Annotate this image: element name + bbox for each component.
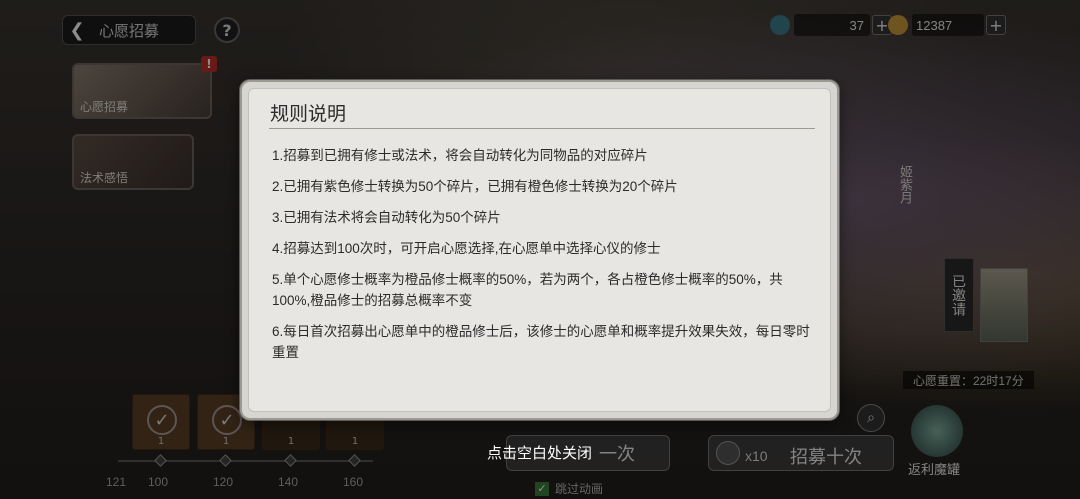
rule-item: 5.单个心愿修士概率为橙品修士概率的50%，若为两个，各占橙色修士概率的50%，… bbox=[272, 272, 783, 308]
close-hint[interactable]: 点击空白处关闭 bbox=[487, 442, 592, 463]
rule-item: 4.招募达到100次时，可开启心愿选择,在心愿单中选择心仪的修士 bbox=[272, 241, 661, 256]
rule-item: 3.已拥有法术将会自动转化为50个碎片 bbox=[272, 210, 501, 225]
rule-item: 2.已拥有紫色修士转换为50个碎片，已拥有橙色修士转换为20个碎片 bbox=[272, 179, 678, 194]
rules-dialog: 规则说明 1.招募到已拥有修士或法术，将会自动转化为同物品的对应碎片 2.已拥有… bbox=[240, 80, 839, 420]
divider bbox=[269, 128, 815, 129]
rules-list: 1.招募到已拥有修士或法术，将会自动转化为同物品的对应碎片 2.已拥有紫色修士转… bbox=[272, 145, 817, 373]
rule-item: 6.每日首次招募出心愿单中的橙品修士后，该修士的心愿单和概率提升效果失效，每日零… bbox=[272, 324, 810, 360]
dialog-title: 规则说明 bbox=[270, 104, 347, 125]
rule-item: 1.招募到已拥有修士或法术，将会自动转化为同物品的对应碎片 bbox=[272, 148, 648, 163]
rules-dialog-body: 规则说明 1.招募到已拥有修士或法术，将会自动转化为同物品的对应碎片 2.已拥有… bbox=[248, 88, 831, 412]
